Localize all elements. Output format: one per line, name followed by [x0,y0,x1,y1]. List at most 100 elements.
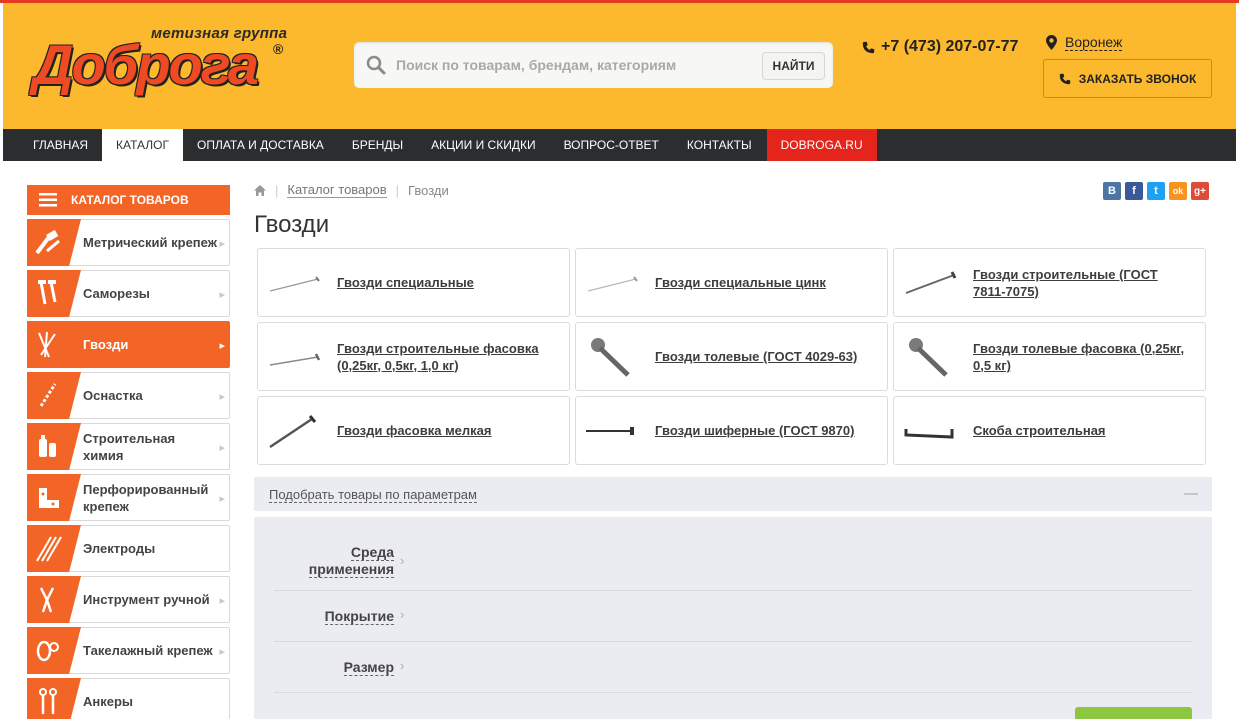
nav-item-promotions[interactable]: Акции и скидки [417,129,549,161]
filter-toggle-link[interactable]: Подобрать товары по параметрам [269,487,477,503]
show-results-button[interactable] [1075,707,1192,719]
phone-number[interactable]: +7 (473) 207-07-77 [862,38,1018,56]
subcategory-link[interactable]: Гвозди шиферные (ГОСТ 9870) [655,422,875,439]
sidebar-item-anchors[interactable]: Анкеры [27,678,230,719]
filter-param-coating[interactable]: Покрытие › [274,591,1192,642]
drill-bit-icon [27,372,81,419]
chevron-right-icon: › [400,658,405,673]
collapse-icon[interactable] [1184,493,1198,495]
spray-can-icon [27,423,81,470]
registered-mark: ® [273,41,284,57]
subcategory-link[interactable]: Гвозди специальные цинк [655,274,875,291]
sidebar-item-label: Такелажный крепеж [83,643,213,658]
sidebar-item-construction-chemicals[interactable]: Строительная химия ▸ [27,423,230,470]
screw-icon [27,270,81,317]
sidebar-item-label: Перфорированный крепеж [83,481,209,514]
chevron-right-icon: ▸ [219,391,225,403]
breadcrumb-current: Гвозди [408,182,449,198]
roofing-nail-packaged-image [909,338,948,377]
subcategory-link[interactable]: Скоба строительная [973,422,1193,439]
sidebar-item-screws[interactable]: Саморезы ▸ [27,270,230,317]
subcategory-link[interactable]: Гвозди строительные (ГОСТ 7811-7075) [973,266,1193,300]
twitter-icon[interactable]: t [1147,182,1165,200]
city-link[interactable]: Воронеж [1065,34,1123,51]
filter-param-environment[interactable]: Среда применения › [274,539,1192,591]
google-plus-icon[interactable]: g+ [1191,182,1209,200]
vk-icon[interactable]: В [1103,182,1121,200]
bracket-icon [27,474,81,521]
phone-icon [862,41,875,53]
search-input[interactable] [396,53,756,77]
subcategory-link[interactable]: Гвозди строительные фасовка (0,25кг, 0,5… [337,340,557,374]
subcategory-link[interactable]: Гвозди фасовка мелкая [337,422,557,439]
subcategory-card[interactable]: Гвозди шиферные (ГОСТ 9870) [575,396,888,465]
sidebar-item-metric-fasteners[interactable]: Метрический крепеж ▸ [27,219,230,266]
sidebar-item-tooling[interactable]: Оснастка ▸ [27,372,230,419]
callback-button[interactable]: ЗАКАЗАТЬ ЗВОНОК [1043,59,1212,98]
nav-item-home[interactable]: Главная [3,129,102,161]
nail-construction-image [905,271,957,294]
subcategory-link[interactable]: Гвозди специальные [337,274,557,291]
chevron-right-icon: ▸ [219,595,225,607]
subcategory-card[interactable]: Гвозди строительные фасовка (0,25кг, 0,5… [257,322,570,391]
chevron-right-icon: ▸ [219,340,225,352]
electrode-icon [27,525,81,572]
nails-icon [27,321,81,368]
subcategory-card[interactable]: Гвозди специальные цинк [575,248,888,317]
nav-item-contacts[interactable]: Контакты [673,129,766,161]
breadcrumb-separator: | [275,182,279,198]
pliers-icon [27,576,81,623]
page-title: Гвозди [254,211,330,238]
anchor-bolt-icon [27,678,81,719]
subcategory-link[interactable]: Гвозди толевые фасовка (0,25кг, 0,5 кг) [973,340,1193,374]
nav-item-faq[interactable]: Вопрос-ответ [550,129,673,161]
breadcrumb-catalog-link[interactable]: Каталог товаров [287,182,387,198]
chevron-right-icon: › [400,607,405,622]
sidebar-item-nails[interactable]: Гвозди ▸ [27,321,230,368]
subcategory-card[interactable]: Гвозди толевые (ГОСТ 4029-63) [575,322,888,391]
small-nail-image [269,415,317,449]
sidebar-item-label: Гвозди [83,337,129,352]
filter-toggle-bar[interactable]: Подобрать товары по параметрам [254,477,1212,511]
filter-panel: Среда применения › Покрытие › Размер › [254,517,1212,719]
city-selector[interactable]: Воронеж [1046,34,1123,51]
home-icon[interactable] [254,184,266,196]
sidebar-item-label: Электроды [83,541,156,556]
bolt-icon [27,219,81,266]
breadcrumb-separator: | [395,182,400,198]
nav-item-dobroga-ru[interactable]: dobroga.ru [766,129,877,161]
site-logo[interactable]: метизная группа Доброга ® [33,25,293,97]
odnoklassniki-icon[interactable]: ok [1169,182,1187,200]
sidebar-item-label: Метрический крепеж [83,235,217,250]
sidebar-item-label: Строительная химия [83,430,176,463]
catalog-header[interactable]: КАТАЛОГ ТОВАРОВ [27,185,230,215]
subcategory-card[interactable]: Гвозди фасовка мелкая [257,396,570,465]
search-button[interactable]: НАЙТИ [762,52,825,80]
chevron-right-icon: ▸ [219,289,225,301]
subcategory-grid: Гвозди специальные Гвозди специальные ци… [257,248,1206,465]
sidebar-item-hand-tools[interactable]: Инструмент ручной ▸ [27,576,230,623]
sidebar-item-perforated-fasteners[interactable]: Перфорированный крепеж ▸ [27,474,230,521]
subcategory-card[interactable]: Гвозди строительные (ГОСТ 7811-7075) [893,248,1206,317]
roofing-nail-image [591,338,630,377]
nav-item-brands[interactable]: Бренды [338,129,417,161]
facebook-icon[interactable]: f [1125,182,1143,200]
subcategory-card[interactable]: Гвозди специальные [257,248,570,317]
slate-nail-image [586,427,634,435]
filter-param-size[interactable]: Размер › [274,642,1192,693]
sidebar-item-electrodes[interactable]: Электроды [27,525,230,572]
social-share: В f t ok g+ [1103,182,1209,200]
map-pin-icon [1046,35,1057,50]
nav-item-catalog[interactable]: Каталог [102,129,184,161]
subcategory-link[interactable]: Гвозди толевые (ГОСТ 4029-63) [655,348,875,365]
nav-item-payment-delivery[interactable]: Оплата и доставка [183,129,338,161]
sidebar-item-rigging[interactable]: Такелажный крепеж ▸ [27,627,230,674]
construction-staple-image [904,429,954,439]
chevron-right-icon: ▸ [219,442,225,454]
sidebar-item-label: Саморезы [83,286,150,301]
subcategory-card[interactable]: Скоба строительная [893,396,1206,465]
filter-param-label: Среда применения [308,544,394,578]
subcategory-card[interactable]: Гвозди толевые фасовка (0,25кг, 0,5 кг) [893,322,1206,391]
shackle-icon [27,627,81,674]
sidebar-item-label: Инструмент ручной [83,592,210,607]
